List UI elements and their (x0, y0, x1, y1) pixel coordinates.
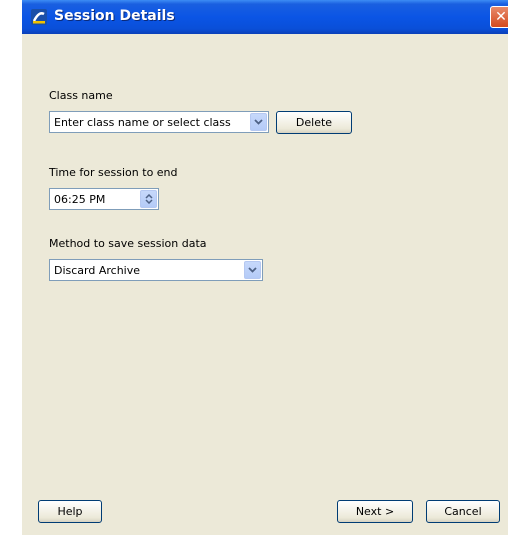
chevron-down-icon[interactable] (244, 261, 261, 279)
session-end-time-value: 06:25 PM (54, 193, 106, 206)
save-method-select[interactable]: Discard Archive (49, 259, 263, 281)
close-button[interactable]: ✕ (490, 6, 508, 28)
cancel-button[interactable]: Cancel (426, 500, 500, 523)
dialog-title: Session Details (54, 8, 175, 24)
chevron-down-icon[interactable] (250, 113, 267, 131)
title-bar[interactable]: Session Details ✕ (22, 0, 508, 34)
save-method-label: Method to save session data (49, 237, 207, 250)
class-name-combo-value: Enter class name or select class (54, 116, 231, 129)
save-method-selected: Discard Archive (54, 264, 141, 277)
up-down-arrows-icon[interactable] (140, 190, 157, 208)
close-icon: ✕ (495, 9, 507, 25)
next-button[interactable]: Next > (337, 500, 413, 523)
class-name-combo[interactable]: Enter class name or select class (49, 111, 269, 133)
session-end-label: Time for session to end (49, 166, 178, 179)
delete-button[interactable]: Delete (276, 111, 352, 134)
session-details-dialog: Session Details ✕ Class name Enter class… (22, 0, 508, 535)
app-logo-icon (30, 8, 48, 26)
help-button[interactable]: Help (38, 500, 102, 523)
session-end-time-spinner[interactable]: 06:25 PM (49, 188, 159, 210)
class-name-label: Class name (49, 89, 113, 102)
